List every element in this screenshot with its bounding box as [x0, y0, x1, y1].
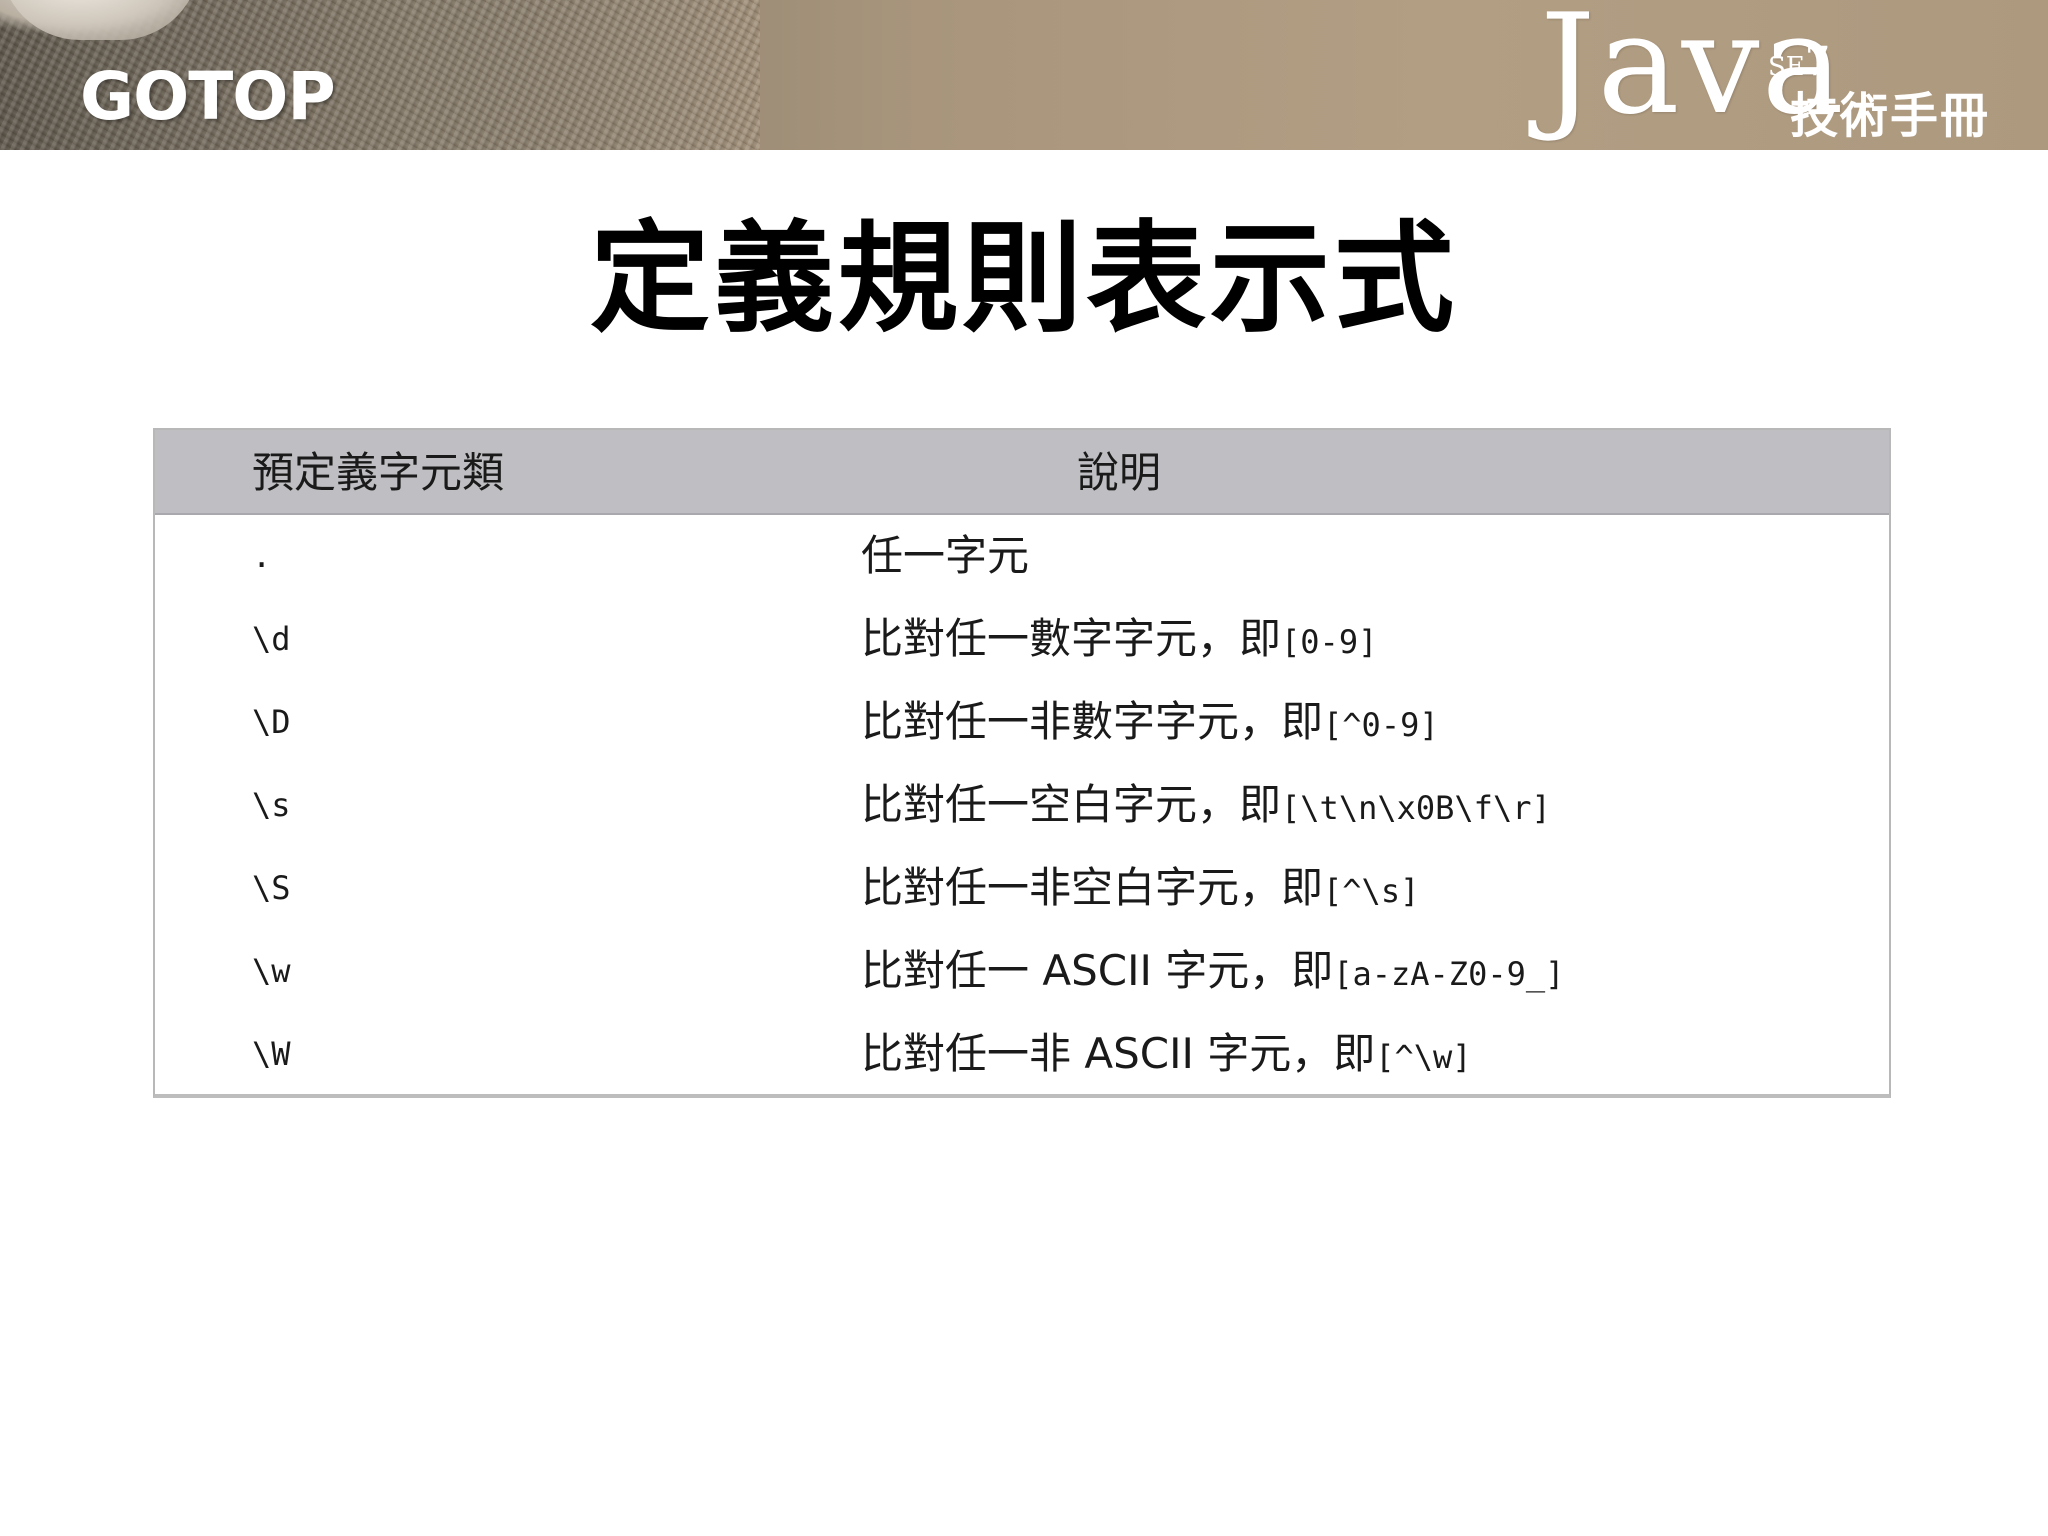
description-text: 比對任一數字字元，即	[861, 614, 1282, 663]
description-text: 比對任一 ASCII 字元，即	[861, 946, 1334, 995]
table-row: \D 比對任一非數字字元，即[^0-9]	[155, 681, 1889, 763]
edition-number: 7	[1804, 39, 1831, 85]
row-description-cell: 比對任一數字字元，即[0-9]	[861, 598, 1377, 680]
table-row: . 任一字元	[155, 515, 1889, 597]
header-banner: GOTOP Java SE7 技術手冊	[0, 0, 2048, 150]
table-row: \d 比對任一數字字元，即[0-9]	[155, 598, 1889, 680]
description-text: 比對任一空白字元，即	[861, 780, 1282, 829]
row-class-cell: .	[252, 537, 272, 575]
gotop-logo: GOTOP	[80, 58, 336, 135]
java-edition-label: SE7	[1768, 42, 1830, 82]
character-class-table: 預定義字元類 說明 . 任一字元 \d 比對任一數字字元，即[0-9] \D 比…	[153, 428, 1891, 1098]
pattern-text: [a-zA-Z0-9_]	[1333, 955, 1565, 993]
pattern-text: [^0-9]	[1323, 706, 1439, 744]
slide-title: 定義規則表示式	[590, 210, 1458, 349]
table-header: 預定義字元類 說明	[155, 430, 1889, 515]
description-text: 比對任一非空白字元，即	[861, 863, 1324, 912]
pattern-text: [^\w]	[1375, 1038, 1472, 1076]
row-class-cell: \d	[252, 620, 291, 658]
book-subtitle: 技術手冊	[1790, 88, 1991, 144]
edition-prefix: SE	[1768, 52, 1805, 82]
description-text: 比對任一非數字字元，即	[861, 697, 1324, 746]
row-class-cell: \S	[252, 869, 291, 907]
table-row: \S 比對任一非空白字元，即[^\s]	[155, 847, 1889, 929]
row-class-cell: \s	[252, 786, 291, 824]
column-header-class: 預定義字元類	[252, 448, 505, 497]
row-description-cell: 任一字元	[861, 515, 1029, 597]
pattern-text: [^\s]	[1323, 872, 1420, 910]
row-class-cell: \w	[252, 952, 291, 990]
description-text: 任一字元	[861, 531, 1030, 580]
slide: GOTOP Java SE7 技術手冊 定義規則表示式 預定義字元類 說明 . …	[0, 0, 2048, 1536]
row-description-cell: 比對任一空白字元，即[\t\n\x0B\f\r]	[861, 764, 1551, 846]
row-class-cell: \D	[252, 703, 291, 741]
row-description-cell: 比對任一非 ASCII 字元，即[^\w]	[861, 1013, 1472, 1095]
row-description-cell: 比對任一非空白字元，即[^\s]	[861, 847, 1419, 929]
row-description-cell: 比對任一 ASCII 字元，即[a-zA-Z0-9_]	[861, 930, 1564, 1012]
column-header-description: 說明	[1077, 448, 1162, 497]
table-row: \w 比對任一 ASCII 字元，即[a-zA-Z0-9_]	[155, 930, 1889, 1012]
table-row: \W 比對任一非 ASCII 字元，即[^\w]	[155, 1013, 1889, 1095]
description-text: 比對任一非 ASCII 字元，即	[861, 1029, 1376, 1078]
row-description-cell: 比對任一非數字字元，即[^0-9]	[861, 681, 1439, 763]
pattern-text: [\t\n\x0B\f\r]	[1281, 789, 1551, 827]
table-row: \s 比對任一空白字元，即[\t\n\x0B\f\r]	[155, 764, 1889, 846]
pattern-text: [0-9]	[1281, 623, 1378, 661]
row-class-cell: \W	[252, 1035, 291, 1073]
